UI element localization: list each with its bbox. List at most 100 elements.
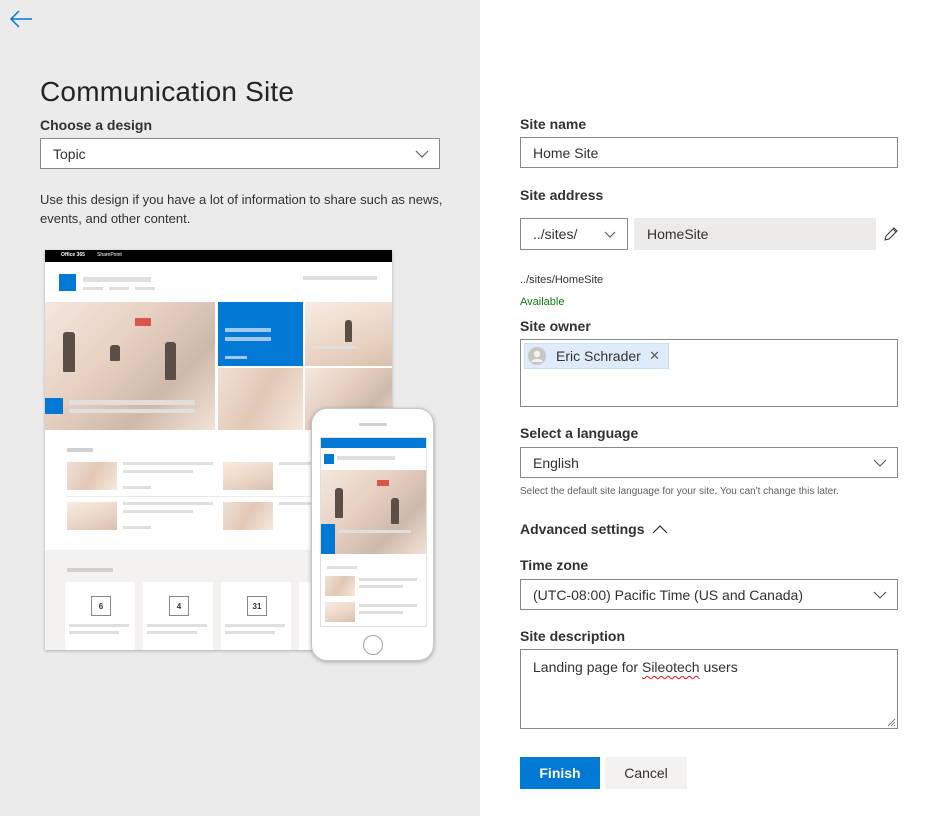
preview-thumb [67, 462, 117, 490]
preview-site-logo [59, 274, 76, 291]
preview-line [109, 287, 129, 290]
timezone-value: (UTC-08:00) Pacific Time (US and Canada) [533, 586, 803, 603]
address-prefix-value: ../sites/ [533, 226, 578, 242]
preview-app-name: SharePoint [97, 252, 122, 258]
design-dropdown[interactable]: Topic [40, 138, 440, 169]
preview-figure [110, 345, 120, 361]
preview-line [123, 526, 151, 529]
preview-event-date: 31 [247, 596, 267, 616]
owner-persona[interactable]: Eric Schrader ✕ [524, 343, 669, 369]
chevron-down-icon [863, 448, 897, 477]
preview-line [225, 337, 271, 341]
preview-figure [391, 498, 399, 524]
resize-handle-icon[interactable] [886, 717, 896, 727]
preview-line [225, 328, 271, 332]
site-description-label: Site description [520, 628, 626, 644]
preview-line [123, 470, 193, 473]
design-value: Topic [53, 145, 86, 162]
preview-suite-name: Office 365 [61, 252, 85, 258]
availability-status: Available [520, 296, 565, 308]
preview-news-photo [218, 368, 303, 430]
site-address-input[interactable]: HomeSite [634, 218, 876, 250]
preview-line [303, 276, 377, 280]
phone-site-logo [324, 454, 334, 464]
preview-line [311, 346, 356, 349]
site-name-label: Site name [520, 116, 587, 132]
preview-figure [335, 488, 343, 518]
preview-line [83, 287, 103, 290]
language-dropdown[interactable]: English [520, 447, 898, 478]
preview-line [359, 578, 417, 581]
site-name-input[interactable]: Home Site [520, 137, 898, 168]
site-address-label: Site address [520, 187, 604, 203]
preview-accent [45, 398, 63, 414]
advanced-settings-label: Advanced settings [520, 521, 645, 537]
preview-figure [345, 320, 352, 342]
site-description-input[interactable]: Landing page for Sileotech users [520, 649, 898, 729]
site-address-preview: ../sites/HomeSite [520, 274, 604, 286]
preview-phone [311, 408, 434, 661]
preview-line [339, 530, 411, 533]
preview-line [123, 462, 213, 465]
finish-button[interactable]: Finish [520, 757, 600, 789]
chevron-up-icon [653, 524, 668, 533]
preview-thumb [67, 502, 117, 530]
page-title: Communication Site [40, 76, 295, 107]
close-icon[interactable]: ✕ [649, 348, 660, 364]
preview-line [359, 585, 403, 588]
preview-line [67, 568, 113, 572]
timezone-dropdown[interactable]: (UTC-08:00) Pacific Time (US and Canada) [520, 579, 898, 610]
cancel-button[interactable]: Cancel [605, 757, 687, 789]
chevron-down-icon [593, 219, 627, 249]
preview-accent [321, 524, 335, 554]
preview-event-card [221, 582, 291, 650]
design-label: Choose a design [40, 117, 153, 133]
preview-figure [165, 342, 176, 380]
preview-line [123, 502, 213, 505]
preview-thumb [325, 576, 355, 596]
preview-event-date: 6 [91, 596, 111, 616]
language-label: Select a language [520, 425, 639, 441]
phone-status-bar [321, 438, 426, 448]
address-prefix-dropdown[interactable]: ../sites/ [520, 218, 628, 250]
preview-line [67, 448, 93, 452]
language-hint: Select the default site language for you… [520, 486, 839, 497]
chevron-down-icon [405, 139, 439, 168]
phone-screen [320, 437, 427, 627]
preview-line [359, 604, 417, 607]
chevron-down-icon [863, 580, 897, 609]
design-panel: Communication Site Choose a design Topic… [0, 0, 480, 816]
phone-speaker [359, 423, 387, 426]
preview-line [69, 409, 195, 413]
timezone-label: Time zone [520, 557, 589, 573]
advanced-settings-toggle[interactable]: Advanced settings [520, 521, 668, 537]
preview-lamp [135, 318, 151, 326]
preview-thumb [325, 602, 355, 622]
preview-line [123, 510, 193, 513]
preview-line [69, 624, 129, 627]
design-description: Use this design if you have a lot of inf… [40, 192, 443, 226]
preview-line [147, 624, 207, 627]
preview-line [123, 486, 151, 489]
preview-thumb [223, 462, 273, 490]
preview-line [225, 631, 275, 634]
preview-line [337, 456, 395, 460]
preview-suite-bar: Office 365 SharePoint [45, 250, 392, 262]
preview-figure [63, 332, 75, 372]
person-icon [528, 347, 546, 365]
preview-line [83, 277, 151, 282]
description-text-suffix: users [699, 659, 738, 675]
preview-lamp [377, 480, 389, 486]
pencil-icon[interactable] [883, 226, 899, 242]
site-owner-picker[interactable]: Eric Schrader ✕ [520, 339, 898, 407]
preview-thumb [223, 502, 273, 530]
site-owner-label: Site owner [520, 318, 591, 334]
back-arrow-icon[interactable] [8, 8, 34, 30]
preview-line [69, 631, 119, 634]
phone-home-button [363, 635, 383, 655]
preview-line [225, 624, 285, 627]
preview-line [69, 400, 195, 405]
preview-event-card [65, 582, 135, 650]
preview-line [359, 611, 403, 614]
preview-line [327, 566, 357, 569]
